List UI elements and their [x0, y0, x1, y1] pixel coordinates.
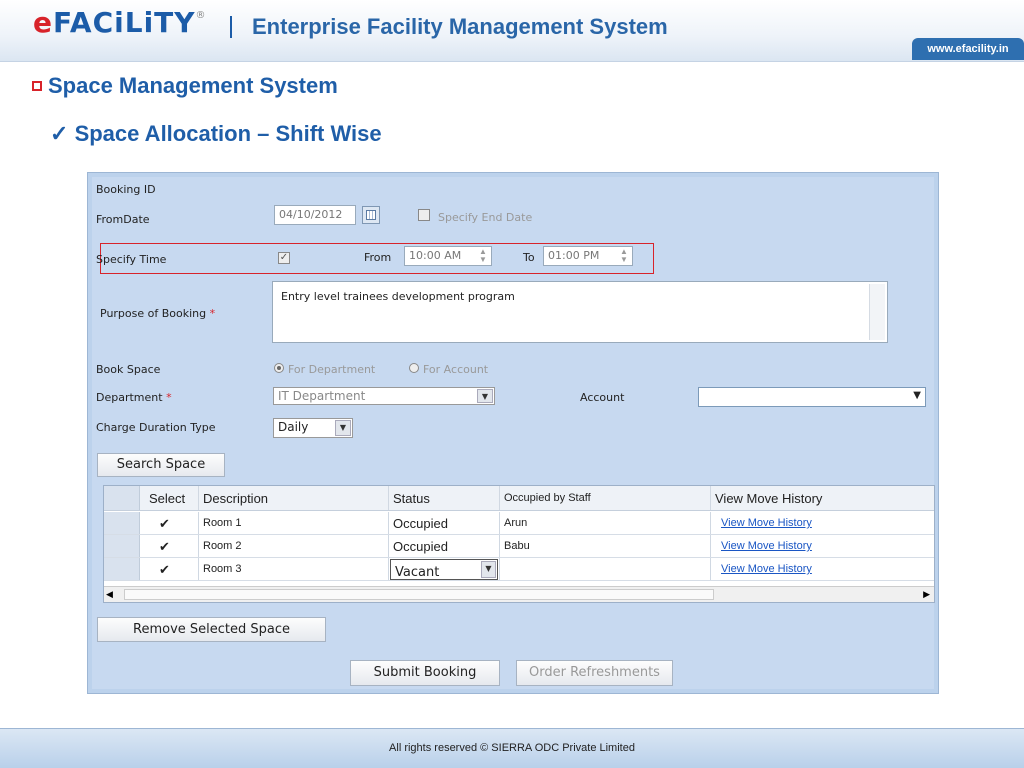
checkmark-icon: ✓ — [50, 121, 69, 146]
footer-copyright: All rights reserved © SIERRA ODC Private… — [389, 742, 635, 754]
row-select-checkbox[interactable]: ✔ — [145, 535, 199, 557]
to-time-spinner-icon[interactable]: ▲ ▼ — [619, 248, 629, 264]
purpose-label: Purpose of Booking * — [100, 307, 216, 320]
view-move-history-link[interactable]: View Move History — [711, 558, 936, 580]
booking-form-panel: Booking ID FromDate 04/10/2012 Specify E… — [87, 172, 939, 694]
specify-time-checkbox[interactable]: ✓ — [278, 252, 290, 264]
efacility-logo: eFACiLiTY® — [33, 6, 207, 39]
row-select-checkbox[interactable]: ✔ — [145, 558, 199, 580]
chevron-down-icon: ▼ — [335, 420, 351, 436]
book-space-label: Book Space — [96, 363, 161, 376]
table-row: ✔ Room 3 Vacant ▼ View Move History — [104, 558, 934, 581]
website-url[interactable]: www.efacility.in — [912, 38, 1024, 60]
from-time-label: From — [364, 251, 392, 264]
scroll-left-icon[interactable]: ◀ — [106, 589, 113, 600]
specify-time-label: Specify Time — [96, 253, 167, 266]
account-label: Account — [580, 391, 625, 404]
table-header: Select Description Status Occupied by St… — [104, 486, 934, 511]
chevron-down-icon: ▼ — [477, 389, 493, 403]
specify-end-date-checkbox[interactable] — [418, 209, 430, 221]
table-row: ✔ Room 2 Occupied Babu View Move History — [104, 535, 934, 558]
search-space-button[interactable]: Search Space — [97, 453, 225, 477]
section-subtitle: ✓ Space Allocation – Shift Wise — [50, 121, 382, 146]
space-table: Select Description Status Occupied by St… — [103, 485, 935, 603]
for-account-label: For Account — [423, 363, 489, 376]
from-date-field[interactable]: 04/10/2012 — [274, 205, 356, 225]
department-label: Department * — [96, 391, 172, 404]
bullet-square-icon — [32, 81, 42, 91]
from-date-label: FromDate — [96, 213, 150, 226]
order-refreshments-button[interactable]: Order Refreshments — [516, 660, 673, 686]
department-select[interactable]: IT Department ▼ — [273, 387, 495, 405]
chevron-down-icon: ▼ — [913, 390, 921, 401]
scroll-right-icon[interactable]: ▶ — [923, 589, 930, 600]
app-header: eFACiLiTY® Enterprise Facility Managemen… — [0, 0, 1024, 62]
charge-duration-label: Charge Duration Type — [96, 421, 216, 434]
from-time-spinner-icon[interactable]: ▲ ▼ — [478, 248, 488, 264]
page-footer: All rights reserved © SIERRA ODC Private… — [0, 728, 1024, 768]
section-title: Space Management System — [32, 73, 338, 99]
purpose-textarea[interactable]: Entry level trainees development program — [272, 281, 888, 343]
remove-selected-space-button[interactable]: Remove Selected Space — [97, 617, 326, 642]
charge-duration-select[interactable]: Daily ▼ — [273, 418, 353, 438]
status-select[interactable]: Vacant ▼ — [390, 559, 498, 580]
booking-id-label: Booking ID — [96, 183, 156, 196]
specify-end-date-label: Specify End Date — [438, 211, 533, 224]
table-horizontal-scrollbar[interactable]: ◀ ▶ — [104, 586, 934, 602]
calendar-icon[interactable] — [362, 206, 380, 224]
row-select-checkbox[interactable]: ✔ — [145, 512, 199, 534]
to-time-label: To — [523, 251, 535, 264]
table-row: ✔ Room 1 Occupied Arun View Move History — [104, 512, 934, 535]
view-move-history-link[interactable]: View Move History — [711, 535, 936, 557]
for-department-radio[interactable] — [274, 363, 284, 373]
submit-booking-button[interactable]: Submit Booking — [350, 660, 500, 686]
scroll-thumb[interactable] — [124, 589, 714, 600]
header-divider — [230, 16, 232, 38]
textarea-scrollbar[interactable] — [869, 284, 885, 340]
view-move-history-link[interactable]: View Move History — [711, 512, 936, 534]
for-department-label: For Department — [288, 363, 376, 376]
chevron-down-icon: ▼ — [481, 561, 496, 578]
account-select[interactable]: ▼ — [698, 387, 926, 407]
for-account-radio[interactable] — [409, 363, 419, 373]
app-title: Enterprise Facility Management System — [252, 14, 668, 39]
